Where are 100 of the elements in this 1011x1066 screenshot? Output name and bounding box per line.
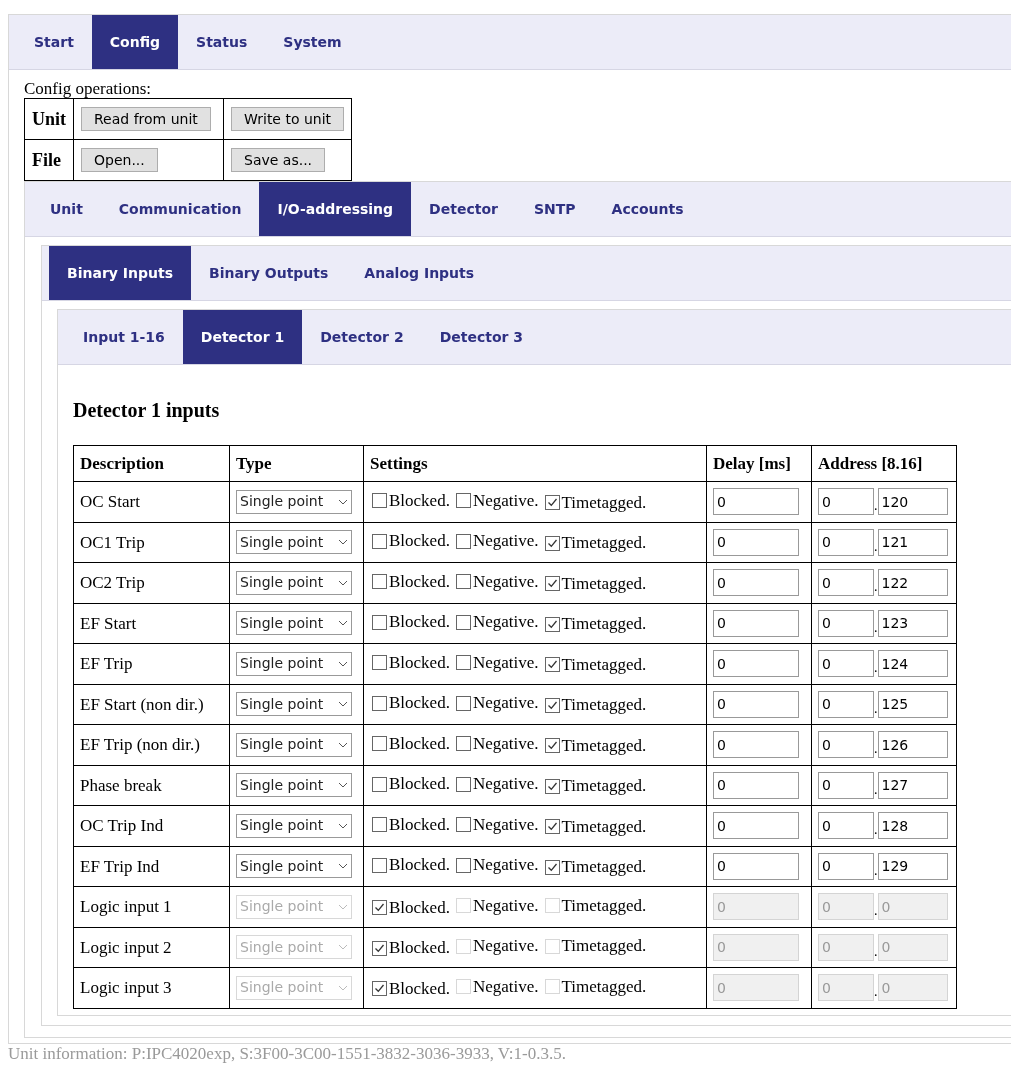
text-field[interactable]: 0 [713, 812, 799, 840]
table-cell: OC2 Trip [73, 562, 230, 603]
text-field[interactable]: 0 [818, 690, 874, 718]
checkbox[interactable] [455, 736, 471, 752]
checkbox[interactable] [455, 614, 471, 630]
text-field[interactable]: 0 [713, 771, 799, 799]
checkbox[interactable] [372, 574, 387, 590]
type-dropdown[interactable]: Single point [236, 813, 352, 838]
text-field[interactable]: 0 [713, 731, 799, 759]
type-dropdown[interactable]: Single point [236, 692, 352, 717]
type-dropdown[interactable]: Single point [236, 773, 352, 798]
checkbox[interactable] [544, 738, 560, 754]
text-field[interactable]: 127 [877, 771, 948, 799]
checkbox[interactable] [372, 695, 387, 711]
checkbox-label: Negative. [472, 935, 539, 958]
tab[interactable]: Detector 2 [302, 310, 422, 364]
text-field[interactable]: 0 [818, 812, 874, 840]
tab[interactable]: Detector 3 [421, 310, 542, 364]
tab[interactable]: Input 1-16 [65, 310, 183, 364]
checkbox[interactable] [544, 859, 560, 875]
text-field[interactable]: 0 [713, 650, 799, 678]
checkbox[interactable] [372, 493, 387, 509]
tab[interactable]: I/O-addressing [259, 182, 412, 236]
action-button[interactable]: Read from unit [81, 107, 211, 132]
checkbox[interactable] [455, 533, 471, 549]
type-dropdown[interactable]: Single point [236, 732, 352, 757]
tab[interactable]: Analog Inputs [346, 246, 493, 300]
text-field[interactable]: 0 [713, 488, 799, 516]
tab[interactable]: Binary Inputs [49, 246, 191, 300]
checkbox[interactable] [455, 857, 471, 873]
checkbox[interactable] [372, 655, 387, 671]
tab[interactable]: System [265, 15, 360, 69]
checkbox[interactable] [372, 614, 387, 630]
text-field[interactable]: 124 [877, 650, 948, 678]
checkbox[interactable] [544, 576, 560, 592]
checkbox[interactable] [455, 493, 471, 509]
text-field[interactable]: 126 [877, 731, 948, 759]
text-field[interactable]: 122 [877, 569, 948, 597]
checkbox[interactable] [455, 776, 471, 792]
checkbox[interactable] [455, 817, 471, 833]
tab[interactable]: Detector [411, 182, 516, 236]
type-dropdown[interactable]: Single point [236, 530, 352, 555]
text-field[interactable]: 129 [877, 852, 948, 880]
tab[interactable]: SNTP [515, 182, 594, 236]
checkbox[interactable] [544, 495, 560, 511]
checkbox[interactable] [372, 533, 387, 549]
checkbox[interactable] [544, 616, 560, 632]
text-field[interactable]: 0 [818, 488, 874, 516]
text-field[interactable]: 0 [713, 852, 799, 880]
action-button[interactable]: Write to unit [231, 107, 345, 132]
checkbox[interactable] [544, 697, 560, 713]
text-field[interactable]: 0 [713, 690, 799, 718]
checkbox[interactable] [372, 857, 387, 873]
checkbox[interactable] [372, 776, 387, 792]
text-field[interactable]: 0 [818, 569, 874, 597]
checkbox-label: Blocked. [389, 896, 450, 919]
column-header: Type [229, 445, 364, 482]
text-field[interactable]: 0 [713, 609, 799, 637]
checkbox[interactable] [544, 819, 560, 835]
text-field[interactable]: 0 [818, 731, 874, 759]
text-field[interactable]: 0 [818, 852, 874, 880]
tab[interactable]: Config [91, 15, 179, 69]
text-field[interactable]: 0 [818, 609, 874, 637]
text-field[interactable]: 120 [877, 488, 948, 516]
type-dropdown[interactable]: Single point [236, 489, 352, 514]
tab[interactable]: Status [178, 15, 266, 69]
tab[interactable]: Accounts [593, 182, 702, 236]
type-dropdown[interactable]: Single point [236, 611, 352, 636]
checkbox[interactable] [455, 574, 471, 590]
text-field[interactable]: 0 [818, 771, 874, 799]
checkbox[interactable] [455, 655, 471, 671]
tab[interactable]: Binary Outputs [191, 246, 347, 300]
text-field[interactable]: 0 [713, 528, 799, 556]
checkbox-label: Negative. [472, 570, 539, 593]
type-dropdown[interactable]: Single point [236, 854, 352, 879]
text-field[interactable]: 128 [877, 812, 948, 840]
tab[interactable]: Detector 1 [182, 310, 303, 364]
type-dropdown[interactable]: Single point [236, 651, 352, 676]
text-field[interactable]: 0 [818, 650, 874, 678]
checkbox[interactable] [372, 817, 387, 833]
tab[interactable]: Start [16, 15, 92, 69]
checkbox[interactable] [544, 535, 560, 551]
text-field[interactable]: 123 [877, 609, 948, 637]
text-field[interactable]: 121 [877, 528, 948, 556]
checkbox-label: Timetagged. [561, 532, 647, 555]
checkbox-label: Timetagged. [561, 975, 647, 998]
action-button[interactable]: Open... [81, 148, 158, 173]
text-field[interactable]: 125 [877, 690, 948, 718]
table-cell: EF Trip (non dir.) [73, 724, 230, 765]
type-dropdown[interactable]: Single point [236, 570, 352, 595]
tab[interactable]: Communication [100, 182, 260, 236]
table-cell: Logic input 2 [73, 927, 230, 968]
checkbox[interactable] [455, 695, 471, 711]
action-button[interactable]: Save as... [231, 148, 326, 173]
tab[interactable]: Unit [32, 182, 101, 236]
checkbox[interactable] [544, 778, 560, 794]
checkbox[interactable] [372, 736, 387, 752]
checkbox[interactable] [544, 657, 560, 673]
text-field[interactable]: 0 [713, 569, 799, 597]
text-field[interactable]: 0 [818, 528, 874, 556]
